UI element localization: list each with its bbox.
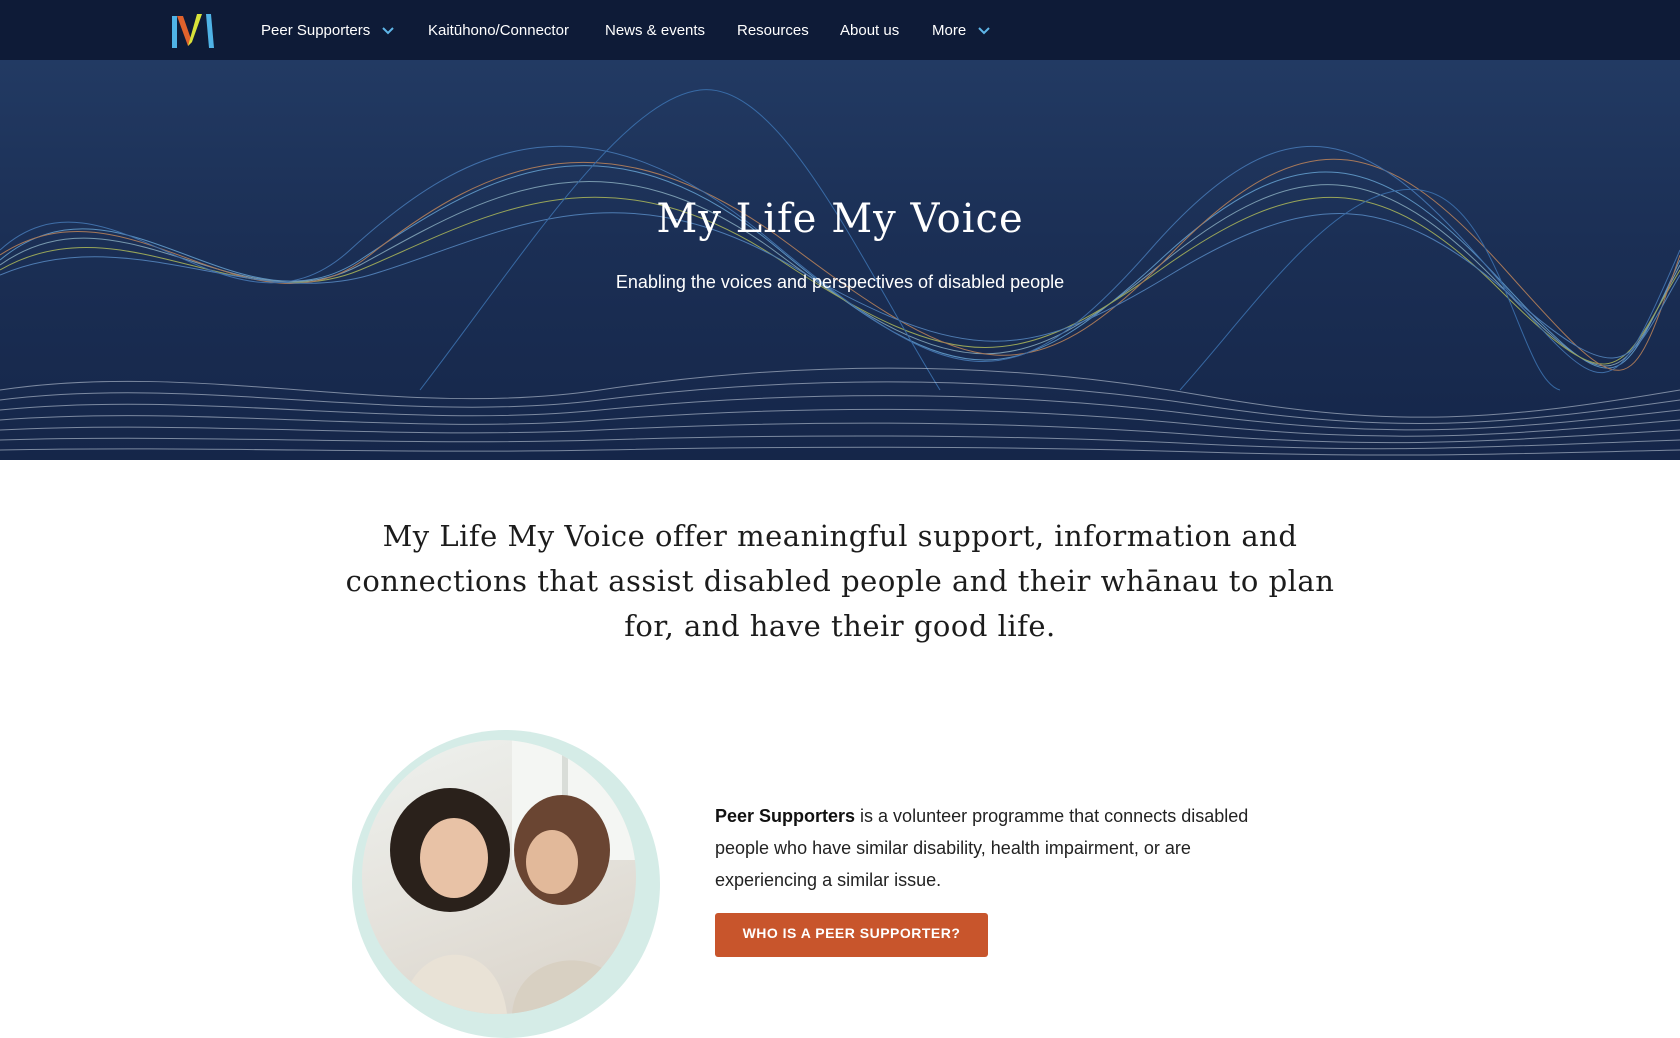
nav-kaituhono-connector-label: Kaitūhono/Connector bbox=[428, 21, 569, 39]
nav-more-label: More bbox=[932, 21, 967, 39]
two-women-photo-illustration bbox=[390, 740, 636, 1014]
chevron-down-icon bbox=[382, 27, 394, 35]
who-is-a-peer-supporter-button[interactable]: WHO IS A PEER SUPPORTER? bbox=[715, 913, 988, 957]
peer-supporters-bold-lead: Peer Supporters bbox=[715, 806, 856, 826]
hero-banner: My Life My Voice Enabling the voices and… bbox=[0, 60, 1680, 460]
nav-peer-supporters-label: Peer Supporters bbox=[261, 21, 371, 39]
nav-about-us[interactable]: About us bbox=[840, 18, 899, 42]
nav-about-us-label: About us bbox=[840, 21, 900, 39]
top-navigation: Peer Supporters Kaitūhono/Connector News… bbox=[0, 0, 1680, 60]
nav-resources-label: Resources bbox=[737, 21, 809, 39]
hero-subtitle: Enabling the voices and perspectives of … bbox=[615, 272, 1065, 292]
peer-supporters-photo bbox=[362, 740, 636, 1014]
site-logo[interactable] bbox=[172, 12, 216, 48]
sound-wave-decoration bbox=[0, 89, 1680, 456]
nav-resources[interactable]: Resources bbox=[737, 18, 809, 42]
nav-more[interactable]: More bbox=[932, 18, 992, 42]
logo-icon bbox=[172, 14, 214, 48]
hero-title: My Life My Voice bbox=[656, 196, 1024, 242]
chevron-down-icon bbox=[978, 27, 990, 35]
nav-kaituhono-connector[interactable]: Kaitūhono/Connector bbox=[428, 18, 569, 42]
intro-statement: My Life My Voice offer meaningful suppor… bbox=[345, 519, 1335, 643]
peer-supporters-description: Peer Supporters is a volunteer programme… bbox=[715, 800, 1295, 896]
nav-news-events-label: News & events bbox=[605, 21, 706, 39]
nav-peer-supporters[interactable]: Peer Supporters bbox=[261, 18, 396, 42]
nav-news-events[interactable]: News & events bbox=[605, 18, 705, 42]
